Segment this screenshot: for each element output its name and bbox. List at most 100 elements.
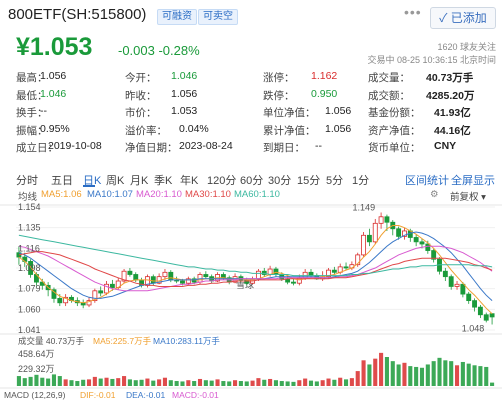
volume-bar (186, 380, 191, 386)
candle-body (477, 306, 483, 316)
volume-bar (139, 379, 144, 386)
volume-bar (320, 380, 325, 386)
volume-bar (402, 362, 407, 386)
low-marker: 1.048 (462, 323, 485, 333)
volume-bar (431, 361, 436, 386)
volume-bar (454, 365, 460, 386)
volume-bar (361, 360, 366, 386)
volume-ma5-label: MA5:225.7万手 (93, 336, 152, 346)
candle-body (168, 271, 174, 281)
volume-bar (285, 381, 290, 386)
volume-bar (326, 378, 331, 386)
kline-chart: 雪球1.1541.1351.1161.0981.0791.0601.0411.1… (0, 202, 502, 400)
volume-bar (419, 367, 425, 386)
volume-bar (98, 378, 103, 386)
candle-body (442, 270, 448, 278)
candle-body (413, 237, 419, 243)
volume-bar (221, 381, 226, 386)
volume-bar (227, 381, 232, 386)
volume-bar (92, 376, 97, 386)
volume-bar (203, 380, 208, 386)
volume-bar (303, 378, 308, 386)
price-tick-label: 1.154 (18, 202, 41, 212)
volume-tick-label: 229.32万 (18, 364, 55, 374)
volume-bar (63, 379, 68, 386)
volume-bar (122, 376, 127, 386)
candle-body (220, 274, 226, 279)
volume-bar (151, 380, 156, 386)
price-tick-label: 1.098 (18, 263, 41, 273)
candle-body (454, 283, 460, 287)
candle-body (57, 298, 63, 304)
candle-body (98, 290, 104, 294)
volume-bar (273, 380, 278, 386)
volume-bar (16, 376, 21, 386)
volume-bar (308, 380, 314, 386)
candle-body (255, 270, 261, 280)
candle-body (460, 283, 466, 295)
candle-body (419, 241, 425, 245)
candle-body (489, 313, 495, 318)
candle-body (378, 216, 384, 224)
volume-bar (332, 379, 337, 386)
volume-bar (343, 379, 349, 386)
volume-bar (233, 380, 238, 386)
volume-bar (484, 366, 489, 386)
volume-bar (373, 358, 378, 386)
volume-bar (244, 381, 249, 386)
volume-bar (238, 381, 243, 386)
volume-bar (209, 380, 214, 386)
macd-value-label: MACD:-0.01 (172, 390, 219, 400)
candle-body (472, 300, 477, 308)
volume-ma10-label: MA10:283.11万手 (153, 336, 220, 346)
volume-bar (478, 366, 483, 386)
volume-bar (396, 364, 401, 386)
volume-label: 成交量 40.73万手 (18, 336, 85, 346)
volume-bar (168, 380, 173, 386)
volume-tick-label: 458.64万 (18, 349, 55, 359)
volume-bar (40, 377, 45, 386)
candle-body (244, 279, 250, 284)
volume-bar (314, 381, 319, 386)
macd-dif-label: DIF:-0.01 (80, 390, 116, 400)
volume-bar (197, 378, 203, 386)
volume-bar (256, 378, 261, 386)
volume-bar (490, 382, 495, 386)
candle-body (197, 274, 203, 283)
volume-bar (355, 371, 360, 386)
volume-bar (69, 380, 74, 386)
volume-bar (162, 377, 168, 386)
volume-bar (86, 379, 92, 386)
candle-body (162, 271, 168, 278)
volume-bar (75, 381, 80, 386)
ma60-line (18, 234, 493, 277)
candle-body (425, 243, 431, 251)
volume-bar (250, 380, 255, 386)
candle-body (361, 234, 367, 256)
candle-body (273, 268, 279, 275)
ma20-line (18, 245, 493, 292)
candle-body (343, 266, 349, 269)
price-tick-label: 1.116 (18, 243, 40, 253)
volume-bar (34, 374, 39, 386)
candle-body (466, 293, 472, 302)
volume-bar (291, 381, 296, 386)
volume-bar (145, 378, 150, 386)
volume-bar (174, 381, 179, 386)
price-tick-label: 1.060 (18, 304, 41, 314)
ma30-line (18, 251, 493, 287)
volume-bar (81, 379, 86, 386)
candle-body (180, 280, 185, 284)
candle-body (203, 274, 209, 278)
volume-bar (279, 381, 284, 386)
volume-bar (379, 352, 384, 386)
volume-bar (51, 374, 57, 386)
high-marker: 1.149 (353, 202, 376, 212)
volume-bar (192, 381, 197, 386)
volume-bar (466, 363, 471, 386)
macd-label: MACD (12,26,9) (4, 390, 66, 400)
volume-bar (215, 379, 220, 386)
volume-bar (349, 378, 354, 386)
volume-bar (408, 366, 413, 386)
volume-bar (268, 378, 273, 386)
